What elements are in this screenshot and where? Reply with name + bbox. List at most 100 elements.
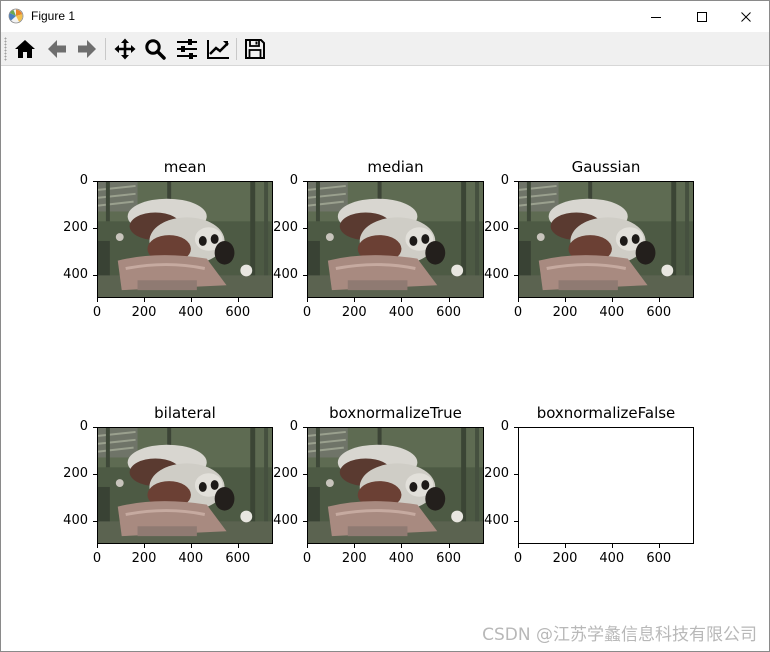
panda-image — [519, 182, 693, 297]
y-tick-label: 200 — [484, 465, 509, 481]
x-tick-label: 200 — [131, 305, 157, 320]
x-tick-label: 600 — [225, 551, 251, 566]
x-tick-label: 0 — [92, 551, 102, 566]
y-tick-mark — [514, 274, 518, 276]
y-tick-label: 200 — [273, 465, 298, 481]
matplotlib-icon — [8, 8, 24, 24]
subplot-axes[interactable] — [518, 181, 694, 298]
forward-arrow-icon — [78, 40, 96, 58]
save-button[interactable] — [242, 36, 268, 62]
y-tick-mark — [303, 274, 307, 276]
x-tick-mark — [518, 298, 519, 302]
y-tick-mark — [93, 427, 97, 428]
subplot-axes-blank[interactable] — [518, 427, 694, 544]
panda-image — [308, 428, 483, 543]
x-tick-label: 400 — [599, 551, 625, 566]
x-tick-mark — [658, 544, 660, 548]
x-tick-label: 200 — [341, 305, 367, 320]
pan-icon — [114, 38, 136, 60]
back-button[interactable] — [44, 36, 70, 62]
y-tick-mark — [514, 473, 518, 475]
y-tick-mark — [93, 473, 97, 475]
x-tick-mark — [307, 298, 308, 302]
home-icon — [15, 40, 35, 58]
x-tick-label: 0 — [513, 551, 523, 566]
window-title: Figure 1 — [31, 9, 76, 23]
y-tick-label: 200 — [484, 219, 509, 235]
y-tick-label: 400 — [273, 512, 298, 528]
home-button[interactable] — [12, 36, 38, 62]
maximize-button[interactable] — [679, 1, 725, 32]
subplot-axes[interactable] — [307, 427, 484, 544]
x-tick-mark — [307, 544, 308, 548]
x-tick-mark — [564, 298, 566, 302]
configure-subplots-button[interactable] — [174, 36, 200, 62]
y-tick-label: 400 — [484, 266, 509, 282]
x-tick-mark — [97, 544, 98, 548]
pan-button[interactable] — [112, 36, 138, 62]
back-arrow-icon — [48, 40, 66, 58]
x-tick-mark — [354, 544, 356, 548]
y-tick-label: 0 — [79, 173, 88, 188]
y-tick-mark — [303, 427, 307, 428]
x-tick-label: 0 — [302, 305, 312, 320]
navigation-toolbar — [1, 32, 769, 66]
x-tick-label: 0 — [302, 551, 312, 566]
subplot-title: median — [367, 158, 424, 176]
subplot-axes[interactable] — [97, 181, 273, 298]
subplot-title: boxnormalizeFalse — [536, 404, 676, 422]
subplot-title: boxnormalizeTrue — [329, 404, 462, 422]
x-tick-mark — [237, 544, 239, 548]
x-tick-mark — [448, 298, 450, 302]
y-tick-label: 200 — [273, 219, 298, 235]
x-tick-mark — [448, 544, 450, 548]
y-tick-mark — [93, 520, 97, 522]
subplot-title: mean — [163, 158, 207, 176]
subplot-axes[interactable] — [307, 181, 484, 298]
x-tick-label: 600 — [646, 305, 672, 320]
toolbar-grip[interactable] — [4, 37, 7, 61]
x-tick-mark — [564, 544, 566, 548]
edit-axes-button[interactable] — [205, 36, 231, 62]
toolbar-separator — [105, 38, 106, 60]
y-tick-mark — [514, 181, 518, 182]
y-tick-label: 0 — [289, 173, 298, 188]
x-tick-label: 0 — [513, 305, 523, 320]
y-tick-label: 0 — [500, 173, 509, 188]
x-tick-label: 600 — [646, 551, 672, 566]
figure-window: Figure 1 CSDN @江苏学蠡信息科技有限公司 mean 0 200 4… — [0, 0, 770, 652]
x-tick-mark — [401, 544, 403, 548]
x-tick-label: 600 — [436, 551, 461, 566]
y-tick-label: 0 — [79, 419, 88, 434]
x-tick-label: 400 — [178, 551, 204, 566]
x-tick-label: 600 — [436, 305, 461, 320]
x-tick-label: 0 — [92, 305, 102, 320]
x-tick-mark — [611, 298, 613, 302]
x-tick-mark — [143, 544, 145, 548]
subplot-axes[interactable] — [97, 427, 273, 544]
y-tick-label: 200 — [63, 465, 88, 481]
close-button[interactable] — [723, 1, 769, 32]
y-tick-mark — [303, 181, 307, 182]
y-tick-mark — [514, 520, 518, 522]
y-tick-label: 400 — [273, 266, 298, 282]
subplot-title: Gaussian — [571, 158, 641, 176]
minimize-button[interactable] — [633, 1, 679, 32]
y-tick-mark — [514, 427, 518, 428]
edit-axes-icon — [207, 40, 229, 59]
x-tick-mark — [354, 298, 356, 302]
x-tick-label: 200 — [131, 551, 157, 566]
title-bar[interactable]: Figure 1 — [1, 1, 769, 32]
y-tick-label: 0 — [500, 419, 509, 434]
zoom-button[interactable] — [142, 36, 168, 62]
x-tick-mark — [97, 298, 98, 302]
x-tick-mark — [237, 298, 239, 302]
forward-button[interactable] — [74, 36, 100, 62]
panda-image — [308, 182, 483, 297]
y-tick-label: 400 — [63, 512, 88, 528]
figure-canvas[interactable]: CSDN @江苏学蠡信息科技有限公司 mean 0 200 400 0 200 400 60… — [1, 66, 769, 651]
x-tick-mark — [611, 544, 613, 548]
x-tick-label: 400 — [388, 305, 414, 320]
subplots-config-icon — [177, 39, 197, 59]
panda-image — [98, 182, 272, 297]
